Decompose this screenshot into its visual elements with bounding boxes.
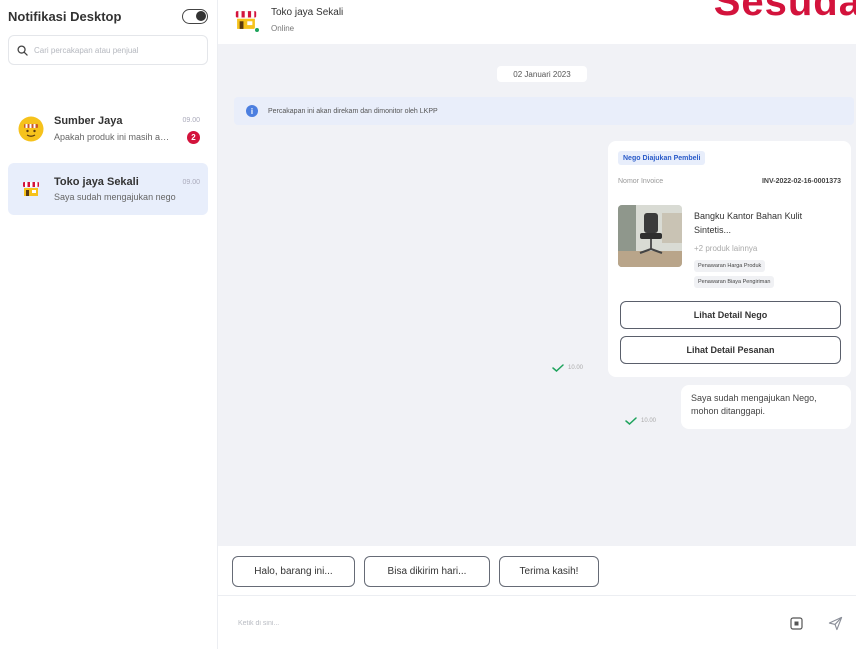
chat-header: Toko jaya Sekali Online Sesuda: [218, 0, 856, 44]
quick-reply-button[interactable]: Terima kasih!: [499, 556, 599, 587]
offer-chip-product-price: Penawaran Harga Produk: [694, 260, 766, 272]
avatar: [18, 176, 44, 202]
sidebar: Notifikasi Desktop Sumber Jaya: [0, 0, 218, 649]
quick-reply-button[interactable]: Bisa dikirim hari...: [364, 556, 490, 587]
store-name: Toko jaya Sekali: [271, 7, 344, 18]
avatar: [18, 116, 44, 142]
search-icon: [17, 44, 28, 56]
nego-card: Nego Diajukan Pembeli Nomor Invoice INV-…: [608, 141, 851, 377]
quick-reply-button[interactable]: Halo, barang ini...: [232, 556, 355, 587]
conversation-item-toko-jaya-sekali[interactable]: Toko jaya Sekali 09.00 Saya sudah mengaj…: [8, 163, 208, 215]
conversation-preview: Apakah produk ini masih ada?: [54, 132, 174, 142]
offer-chip-shipping-cost: Penawaran Biaya Pengiriman: [694, 276, 775, 288]
invoice-number: INV-2022-02-16-0001373: [761, 178, 841, 185]
quick-replies-bar: Halo, barang ini... Bisa dikirim hari...…: [218, 546, 856, 596]
more-products-text: +2 produk lainnya: [694, 244, 758, 253]
store-icon: [23, 182, 39, 196]
online-indicator: [254, 27, 260, 33]
conversation-time: 09.00: [182, 178, 200, 186]
invoice-label: Nomor Invoice: [618, 178, 664, 185]
text-message-meta: 10.00: [625, 417, 656, 425]
search-box[interactable]: [8, 35, 208, 65]
office-chair-image: [618, 205, 682, 267]
message-composer: [218, 596, 856, 649]
info-icon: i: [246, 105, 258, 117]
send-icon: [828, 616, 842, 630]
info-banner: i Percakapan ini akan direkam dan dimoni…: [234, 97, 854, 125]
message-time: 10.00: [641, 418, 657, 424]
conversation-preview: Saya sudah mengajukan nego: [54, 192, 176, 202]
info-text: Percakapan ini akan direkam dan dimonito…: [268, 107, 438, 115]
message-time: 10.00: [568, 365, 584, 371]
desktop-notification-row: Notifikasi Desktop: [8, 6, 212, 26]
brand-watermark-text: Sesuda: [713, 0, 856, 24]
desktop-notification-toggle[interactable]: [182, 8, 208, 24]
view-nego-detail-button[interactable]: Lihat Detail Nego: [620, 301, 841, 329]
send-button[interactable]: [826, 614, 844, 632]
attachment-icon: [789, 616, 803, 630]
conversation-time: 09.00: [182, 117, 200, 124]
nego-status-tag: Nego Diajukan Pembeli: [618, 151, 706, 165]
conversation-item-sumber-jaya[interactable]: Sumber Jaya 09.00 Apakah produk ini masi…: [8, 103, 208, 155]
product-image[interactable]: [618, 205, 682, 267]
store-status: Online: [271, 24, 295, 33]
view-order-detail-button[interactable]: Lihat Detail Pesanan: [620, 336, 841, 364]
message-bubble: Saya sudah mengajukan Nego, mohon ditang…: [681, 385, 851, 429]
emoji-avatar-icon: [18, 116, 44, 142]
desktop-notification-label: Notifikasi Desktop: [8, 8, 122, 24]
message-input[interactable]: [238, 616, 738, 630]
date-separator: 02 Januari 2023: [497, 66, 587, 82]
product-name: Bangku Kantor Bahan Kulit Sintetis...: [694, 211, 803, 235]
search-input[interactable]: [34, 45, 194, 55]
conversation-name: Toko jaya Sekali: [54, 176, 139, 188]
conversation-name: Sumber Jaya: [54, 114, 123, 127]
sent-check-icon: [552, 364, 564, 372]
sent-check-icon: [625, 417, 637, 425]
unread-badge: 2: [187, 130, 200, 144]
nego-card-meta: 10.00: [552, 364, 583, 372]
message-text: Saya sudah mengajukan Nego, mohon ditang…: [691, 393, 817, 416]
chat-area[interactable]: 02 Januari 2023 i Percakapan ini akan di…: [218, 44, 856, 546]
attach-button[interactable]: [788, 615, 804, 631]
